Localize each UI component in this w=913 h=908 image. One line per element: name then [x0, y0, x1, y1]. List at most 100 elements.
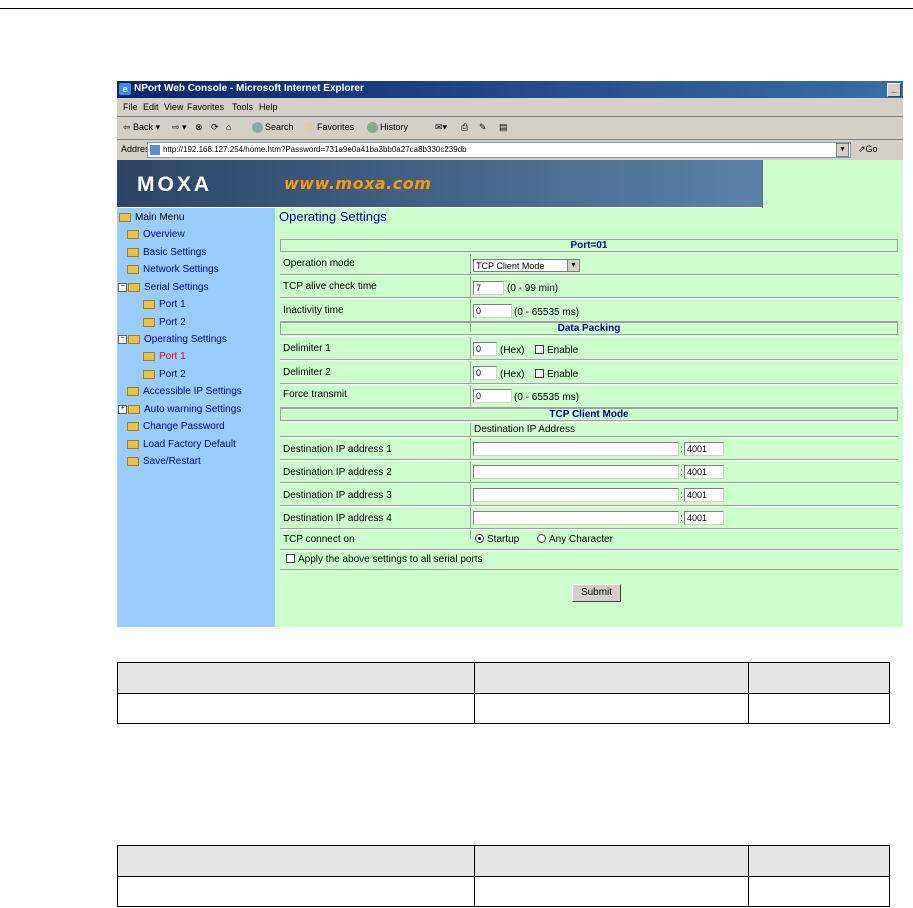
- table-cell: [748, 693, 890, 724]
- search-label: Search: [265, 122, 294, 132]
- any-character-label: Any Character: [549, 534, 613, 545]
- nav-main-menu[interactable]: Main Menu: [119, 212, 184, 223]
- operation-mode-label: Operation mode: [283, 258, 355, 269]
- dest-ip-subheader-row: [280, 422, 898, 437]
- delimiter1-input[interactable]: 0: [473, 342, 497, 356]
- table-1: [117, 662, 890, 724]
- moxa-url[interactable]: www.moxa.com: [284, 174, 431, 193]
- table-cell: [748, 876, 890, 907]
- nav-basic-settings[interactable]: Basic Settings: [127, 247, 206, 258]
- nav-operating-settings-label: Operating Settings: [144, 334, 227, 345]
- nav-operating-port-1-label: Port 1: [159, 351, 186, 362]
- dest-ip-label-3: Destination IP address 3: [283, 490, 392, 501]
- minimize-button[interactable]: _: [887, 83, 901, 97]
- nav-serial-port-1[interactable]: Port 1: [143, 299, 186, 310]
- history-button[interactable]: History: [367, 122, 409, 134]
- folder-open-icon: [119, 212, 131, 222]
- force-transmit-range: (0 - 65535 ms): [514, 392, 580, 403]
- collapse-icon[interactable]: −: [118, 334, 127, 344]
- menu-tools[interactable]: Tools: [232, 102, 253, 112]
- dest-port-input-3[interactable]: 4001: [684, 488, 724, 502]
- stop-icon[interactable]: ⊗: [195, 122, 203, 133]
- dest-ip-input-1[interactable]: [473, 442, 679, 456]
- nav-basic-settings-label: Basic Settings: [143, 247, 207, 258]
- dest-port-input-1[interactable]: 4001: [684, 442, 724, 456]
- menu-favorites[interactable]: Favorites: [187, 102, 224, 112]
- force-transmit-input[interactable]: 0: [473, 389, 512, 403]
- back-button[interactable]: ⇦ Back ▾: [123, 122, 160, 133]
- discuss-icon[interactable]: ▤: [499, 122, 508, 133]
- dest-ip-input-3[interactable]: [473, 488, 679, 502]
- nav-operating-port-2[interactable]: Port 2: [143, 369, 186, 380]
- menu-help[interactable]: Help: [259, 102, 278, 112]
- delimiter2-input[interactable]: 0: [473, 366, 497, 380]
- page-header-rule: [0, 8, 913, 9]
- print-icon[interactable]: ⎙: [461, 122, 468, 133]
- address-input[interactable]: http://192.168.127.254/home.htm?Password…: [147, 142, 851, 158]
- folder-open-icon: [128, 282, 140, 292]
- port-header: Port=01: [280, 239, 898, 252]
- dest-port-input-4[interactable]: 4001: [684, 511, 724, 525]
- edit-icon[interactable]: ✎: [479, 122, 487, 133]
- nav-accessible-ip[interactable]: Accessible IP Settings: [127, 386, 242, 397]
- refresh-icon[interactable]: ⟳: [211, 122, 219, 133]
- submit-button[interactable]: Submit: [572, 584, 621, 602]
- menu-file[interactable]: File: [123, 102, 138, 112]
- delimiter2-enable-checkbox[interactable]: [535, 369, 544, 378]
- folder-icon: [127, 439, 139, 449]
- table-header-cell: [748, 662, 890, 694]
- table-cell: [117, 693, 475, 724]
- go-button[interactable]: ⇗Go: [858, 144, 878, 155]
- browser-window: e NPort Web Console - Microsoft Internet…: [117, 81, 903, 627]
- force-transmit-label: Force transmit: [283, 389, 347, 400]
- nav-serial-settings[interactable]: − Serial Settings: [118, 282, 208, 293]
- history-label: History: [380, 122, 409, 132]
- search-icon: [252, 122, 263, 134]
- apply-all-checkbox[interactable]: [286, 554, 295, 563]
- tcp-connect-label: TCP connect on: [283, 534, 355, 545]
- nav-serial-settings-label: Serial Settings: [144, 282, 209, 293]
- tcp-alive-input[interactable]: 7: [473, 281, 504, 295]
- nav-change-password[interactable]: Change Password: [127, 421, 225, 432]
- moxa-banner: MOXA www.moxa.com: [117, 160, 762, 208]
- nav-network-settings[interactable]: Network Settings: [127, 264, 219, 275]
- delimiter2-label: Delimiter 2: [283, 367, 331, 378]
- nav-operating-port-1[interactable]: Port 1: [143, 351, 186, 362]
- dest-ip-input-4[interactable]: [473, 511, 679, 525]
- startup-radio[interactable]: [475, 534, 484, 543]
- home-icon[interactable]: ⌂: [226, 122, 231, 132]
- folder-icon: [143, 317, 155, 327]
- search-button[interactable]: Search: [252, 122, 294, 134]
- menu-view[interactable]: View: [164, 102, 183, 112]
- expand-icon[interactable]: +: [118, 404, 127, 414]
- nav-operating-settings[interactable]: − Operating Settings: [118, 334, 227, 345]
- table-header-cell: [117, 662, 475, 694]
- nav-auto-warning[interactable]: + Auto warning Settings: [118, 404, 241, 415]
- dest-port-input-2[interactable]: 4001: [684, 465, 724, 479]
- dest-ip-subheader: Destination IP Address: [474, 424, 575, 435]
- inactivity-input[interactable]: 0: [473, 304, 512, 318]
- table-header-cell: [117, 845, 475, 877]
- nav-serial-port-2[interactable]: Port 2: [143, 317, 186, 328]
- colon-2: :: [680, 467, 683, 478]
- any-character-radio[interactable]: [537, 534, 546, 543]
- dest-ip-label-2: Destination IP address 2: [283, 467, 392, 478]
- forward-button[interactable]: ⇨ ▾: [172, 122, 187, 133]
- tcp-client-header: TCP Client Mode: [280, 408, 898, 421]
- page-icon: [150, 144, 160, 155]
- nav-save-restart[interactable]: Save/Restart: [127, 456, 201, 467]
- favorites-button[interactable]: Favorites: [304, 122, 354, 134]
- dest-ip-input-2[interactable]: [473, 465, 679, 479]
- address-dropdown[interactable]: ▼: [836, 143, 849, 157]
- operation-mode-select[interactable]: TCP Client Mode ▼: [473, 259, 580, 272]
- mail-icon[interactable]: ✉▾: [435, 122, 447, 133]
- menu-edit[interactable]: Edit: [143, 102, 159, 112]
- collapse-icon[interactable]: −: [118, 282, 127, 292]
- delimiter1-enable-checkbox[interactable]: [535, 345, 544, 354]
- nav-overview[interactable]: Overview: [127, 229, 185, 240]
- delimiter2-enable-label: Enable: [547, 369, 579, 380]
- nav-load-factory-default[interactable]: Load Factory Default: [127, 439, 236, 450]
- delimiter1-enable-label: Enable: [547, 345, 579, 356]
- nav-change-password-label: Change Password: [143, 421, 225, 432]
- colon-3: :: [680, 490, 683, 501]
